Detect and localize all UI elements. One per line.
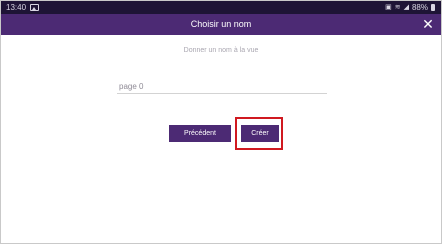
view-name-input[interactable] (117, 79, 327, 94)
dialog-title: Choisir un nom (190, 19, 252, 29)
wifi-icon: ≋ (394, 4, 401, 11)
battery-percent: 88% (411, 3, 428, 12)
vibrate-icon: ▣ (385, 4, 392, 11)
dialog-subtitle: Donner un nom à la vue (183, 47, 259, 54)
dialog-header: Choisir un nom ✕ (1, 14, 441, 35)
close-icon[interactable]: ✕ (421, 14, 435, 35)
status-time: 13:40 (6, 3, 27, 12)
image-icon (30, 4, 40, 11)
status-bar: 13:40 ▣ ≋ ◢ 88% (1, 1, 441, 14)
create-button[interactable]: Créer (241, 125, 279, 142)
status-left: 13:40 (6, 1, 40, 14)
signal-icon: ◢ (403, 4, 409, 11)
previous-button[interactable]: Précédent (169, 125, 231, 142)
app-window (0, 0, 442, 244)
battery-icon (431, 4, 435, 11)
status-right: ▣ ≋ ◢ 88% (385, 1, 435, 14)
